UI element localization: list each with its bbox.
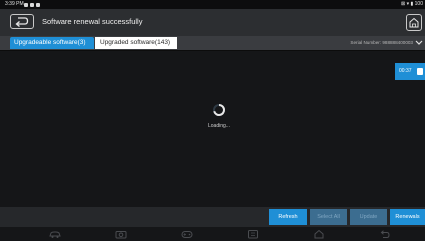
loading-text: Loading... (208, 123, 230, 129)
timer-text: 00:37 (399, 68, 412, 74)
system-nav-bar (0, 227, 425, 241)
car-icon[interactable] (48, 229, 62, 239)
loading-spinner-icon (213, 103, 226, 116)
camera-icon[interactable] (114, 229, 128, 239)
timer-marker-icon (417, 68, 423, 75)
tab-bar: Upgradeable software(3) Upgraded softwar… (0, 36, 425, 51)
title-bar: Software renewal successfully (0, 9, 425, 36)
tab-upgraded-software[interactable]: Upgraded software(143) (95, 37, 177, 49)
select-all-button[interactable]: Select All (310, 209, 347, 225)
home-button[interactable] (406, 14, 422, 31)
refresh-button[interactable]: Refresh (269, 209, 307, 225)
house-icon[interactable] (312, 229, 326, 239)
status-bar: 3:39 PM ⊠ ▾ ▮ 100 (0, 0, 425, 9)
tablet-screen: 3:39 PM ⊠ ▾ ▮ 100 Software renewal succe… (0, 0, 425, 241)
chevron-down-icon[interactable] (415, 39, 423, 46)
page-title: Software renewal successfully (42, 17, 143, 26)
tab-upgradeable-software[interactable]: Upgradeable software(3) (10, 37, 94, 49)
update-button[interactable]: Update (350, 209, 387, 225)
action-bar: Refresh Select All Update Renewals (0, 207, 425, 227)
back-button[interactable] (10, 14, 34, 29)
gamepad-icon[interactable] (180, 229, 194, 239)
countdown-timer: 00:37 (395, 63, 425, 80)
back-icon (15, 17, 29, 27)
screenshot-icon[interactable] (246, 229, 260, 239)
renewals-button[interactable]: Renewals (390, 209, 425, 225)
status-indicators: ⊠ ▾ ▮ 100 (401, 1, 423, 7)
home-icon (409, 17, 419, 28)
serial-number: Serial Number: 988888400003 (350, 40, 413, 45)
status-time: 3:39 PM (5, 1, 24, 7)
return-icon[interactable] (378, 229, 392, 239)
